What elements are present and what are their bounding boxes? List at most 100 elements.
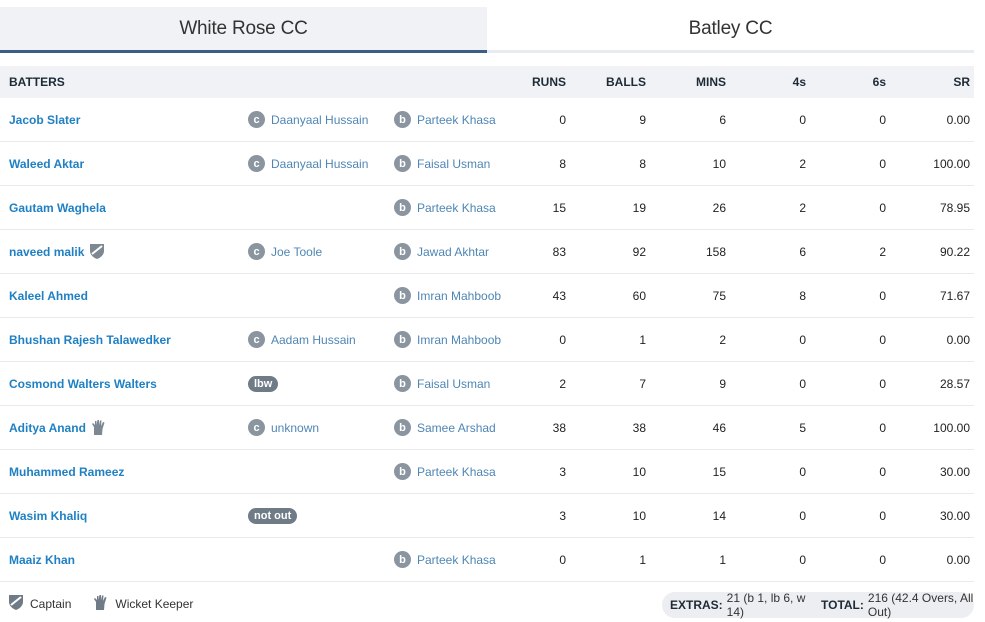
batter-cell: Aditya Anand — [0, 419, 248, 436]
caught-badge: c — [248, 419, 265, 436]
bowler-link[interactable]: Faisal Usman — [417, 377, 490, 391]
batter-rows: Jacob Slater c Daanyaal Hussain b Partee… — [0, 98, 974, 582]
dismissal-cell: c unknown — [248, 419, 394, 436]
bowler-link[interactable]: Imran Mahboob — [417, 289, 501, 303]
bowler-cell: b Parteek Khasa — [394, 551, 522, 568]
strike-rate-cell: 0.00 — [946, 332, 970, 347]
balls-cell: 8 — [639, 156, 646, 171]
mins-cell: 6 — [719, 112, 726, 127]
fours-cell: 0 — [799, 332, 806, 347]
bowler-cell: b Faisal Usman — [394, 155, 522, 172]
table-row: naveed malik c Joe Toole b Jawad Akhtar … — [0, 230, 974, 274]
legend: Captain Wicket Keeper — [8, 594, 215, 614]
bowler-cell: b Parteek Khasa — [394, 463, 522, 480]
extras-value: 21 (b 1, lb 6, w 14) — [726, 591, 806, 619]
mins-cell: 46 — [712, 420, 726, 435]
dismissal-cell: c Aadam Hussain — [248, 331, 394, 348]
runs-cell: 43 — [552, 288, 566, 303]
strike-rate-cell: 28.57 — [939, 376, 970, 391]
runs-cell: 0 — [559, 552, 566, 567]
strike-rate-cell: 30.00 — [939, 464, 970, 479]
table-row: Waleed Aktar c Daanyaal Hussain b Faisal… — [0, 142, 974, 186]
legend-captain: Captain — [8, 594, 71, 614]
batter-name-link[interactable]: Jacob Slater — [9, 113, 80, 127]
runs-cell: 0 — [559, 332, 566, 347]
fielder-link[interactable]: Daanyaal Hussain — [271, 157, 368, 171]
bowled-badge: b — [394, 463, 411, 480]
header-strike-rate: SR — [953, 75, 970, 89]
bowled-badge: b — [394, 199, 411, 216]
sixes-cell: 0 — [879, 376, 886, 391]
captain-icon — [8, 594, 30, 614]
tab-batley-cc[interactable]: Batley CC — [487, 7, 974, 53]
mins-cell: 14 — [712, 508, 726, 523]
table-row: Muhammed Rameez b Parteek Khasa 3 10 15 … — [0, 450, 974, 494]
batter-name-link[interactable]: naveed malik — [9, 245, 84, 259]
strike-rate-cell: 0.00 — [946, 112, 970, 127]
bowler-link[interactable]: Faisal Usman — [417, 157, 490, 171]
caught-badge: c — [248, 111, 265, 128]
balls-cell: 10 — [632, 464, 646, 479]
sixes-cell: 0 — [879, 552, 886, 567]
fielder-link[interactable]: Joe Toole — [271, 245, 322, 259]
legend-wicket-keeper: Wicket Keeper — [93, 594, 193, 614]
caught-badge: c — [248, 155, 265, 172]
mins-cell: 75 — [712, 288, 726, 303]
batter-name-link[interactable]: Gautam Waghela — [9, 201, 106, 215]
bowler-link[interactable]: Jawad Akhtar — [417, 245, 489, 259]
bowled-badge: b — [394, 331, 411, 348]
sixes-cell: 0 — [879, 464, 886, 479]
fielder-link[interactable]: unknown — [271, 421, 319, 435]
batter-name-link[interactable]: Wasim Khaliq — [9, 509, 87, 523]
batter-cell: Kaleel Ahmed — [0, 289, 248, 303]
dismissal-cell: c Daanyaal Hussain — [248, 111, 394, 128]
sixes-cell: 0 — [879, 200, 886, 215]
fielder-link[interactable]: Daanyaal Hussain — [271, 113, 368, 127]
total-label: TOTAL: — [821, 598, 864, 612]
bowler-link[interactable]: Parteek Khasa — [417, 553, 496, 567]
bowler-link[interactable]: Samee Arshad — [417, 421, 496, 435]
fours-cell: 6 — [799, 244, 806, 259]
fours-cell: 2 — [799, 200, 806, 215]
batter-cell: Muhammed Rameez — [0, 465, 248, 479]
dismissal-cell: lbw — [248, 375, 394, 392]
batter-name-link[interactable]: Kaleel Ahmed — [9, 289, 88, 303]
tab-white-rose-cc[interactable]: White Rose CC — [0, 7, 487, 53]
fielder-link[interactable]: Aadam Hussain — [271, 333, 356, 347]
runs-cell: 2 — [559, 376, 566, 391]
batter-name-link[interactable]: Maaiz Khan — [9, 553, 75, 567]
runs-cell: 3 — [559, 508, 566, 523]
table-row: Kaleel Ahmed b Imran Mahboob 43 60 75 8 … — [0, 274, 974, 318]
caught-badge: c — [248, 331, 265, 348]
fours-cell: 0 — [799, 508, 806, 523]
dismissal-cell: not out — [248, 507, 394, 524]
batter-name-link[interactable]: Waleed Aktar — [9, 157, 84, 171]
batter-name-link[interactable]: Cosmond Walters Walters — [9, 377, 157, 391]
innings-summary: EXTRAS: 21 (b 1, lb 6, w 14) TOTAL: 216 … — [662, 591, 974, 619]
dismissal-badge: not out — [248, 507, 298, 524]
balls-cell: 9 — [639, 112, 646, 127]
table-row: Maaiz Khan b Parteek Khasa 0 1 1 0 0 0.0… — [0, 538, 974, 582]
batter-name-link[interactable]: Bhushan Rajesh Talawedker — [9, 333, 171, 347]
sixes-cell: 0 — [879, 112, 886, 127]
bowler-link[interactable]: Parteek Khasa — [417, 113, 496, 127]
batter-cell: Maaiz Khan — [0, 553, 248, 567]
mins-cell: 10 — [712, 156, 726, 171]
bowler-link[interactable]: Parteek Khasa — [417, 201, 496, 215]
batter-name-link[interactable]: Aditya Anand — [9, 421, 86, 435]
bowler-link[interactable]: Imran Mahboob — [417, 333, 501, 347]
runs-cell: 8 — [559, 156, 566, 171]
header-balls: BALLS — [606, 75, 646, 89]
balls-cell: 10 — [632, 508, 646, 523]
strike-rate-cell: 0.00 — [946, 552, 970, 567]
header-mins: MINS — [696, 75, 726, 89]
bowler-cell: b Parteek Khasa — [394, 111, 522, 128]
bowler-cell: b Parteek Khasa — [394, 199, 522, 216]
batter-name-link[interactable]: Muhammed Rameez — [9, 465, 124, 479]
table-row: Cosmond Walters Walters lbw b Faisal Usm… — [0, 362, 974, 406]
sixes-cell: 0 — [879, 156, 886, 171]
bowler-link[interactable]: Parteek Khasa — [417, 465, 496, 479]
sixes-cell: 2 — [879, 244, 886, 259]
sixes-cell: 0 — [879, 288, 886, 303]
dismissal-cell: c Joe Toole — [248, 243, 394, 260]
